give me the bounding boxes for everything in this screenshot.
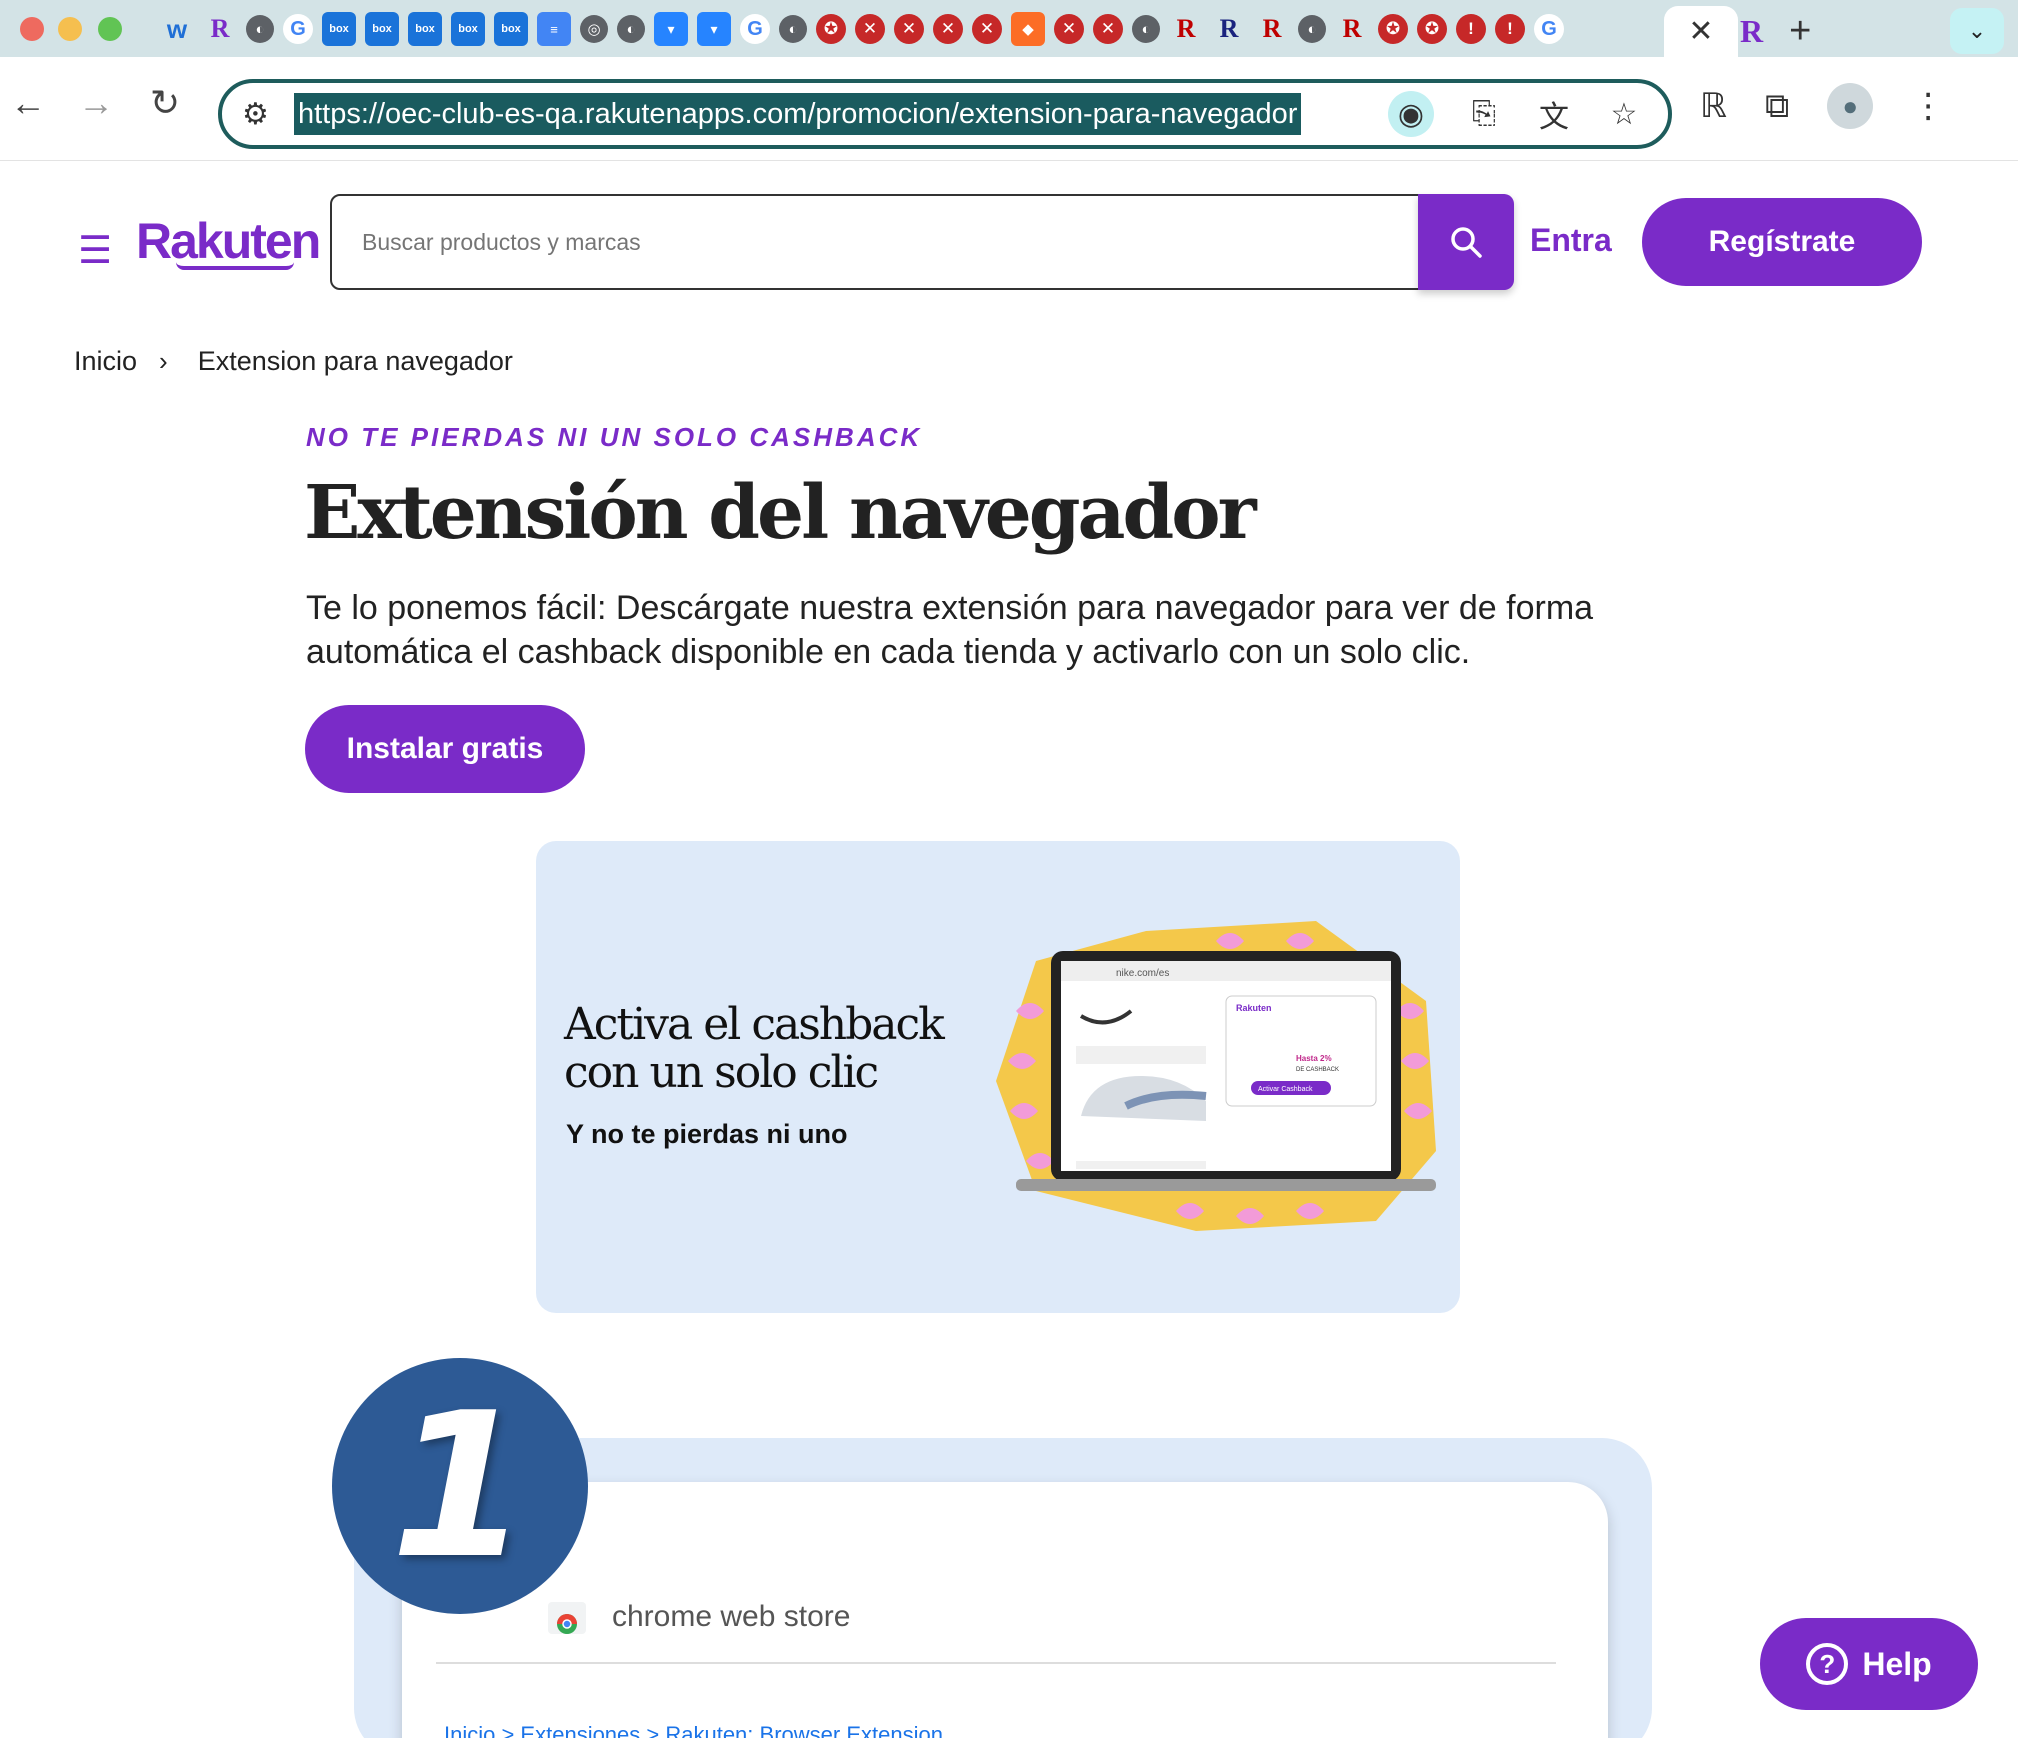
back-button[interactable]: ← xyxy=(10,85,46,121)
tab-rakuten-icon[interactable]: R xyxy=(1740,13,1763,50)
tab-globe-icon[interactable]: ◐ xyxy=(617,15,645,43)
help-label: Help xyxy=(1862,1645,1932,1682)
tab-google-icon[interactable]: G xyxy=(1534,14,1564,44)
question-icon: ? xyxy=(1806,1643,1849,1685)
tab-google-doc-icon[interactable]: ≡ xyxy=(537,12,571,46)
search-box xyxy=(330,194,1512,290)
mock-cashback-label: DE CASHBACK xyxy=(1296,1067,1339,1073)
breadcrumb-current: Extension para navegador xyxy=(197,346,513,376)
active-tab[interactable]: ✕ xyxy=(1664,6,1738,57)
tab-box-icon[interactable]: box xyxy=(451,12,485,46)
banner-subtitle: Y no te pierdas ni uno xyxy=(566,1119,848,1149)
reload-button[interactable]: ↻ xyxy=(150,85,180,121)
page-title: Extensión del navegador xyxy=(304,470,1257,556)
tab-box-icon[interactable]: box xyxy=(494,12,528,46)
omnibox-actions: ◉ ⎘ 文 ☆ xyxy=(1388,91,1644,137)
search-button[interactable] xyxy=(1418,194,1514,290)
tab-error-icon[interactable]: ✕ xyxy=(1093,14,1123,44)
banner-title: Activa el cashback con un solo clic xyxy=(564,999,945,1098)
site-settings-icon[interactable]: ⚙ xyxy=(242,97,269,132)
tab-error-icon[interactable]: ✕ xyxy=(1054,14,1084,44)
mock-cashback-text: Hasta 2% xyxy=(1296,1054,1332,1063)
tab-bitbucket-icon[interactable]: ▾ xyxy=(697,12,731,46)
promo-banner: Activa el cashback con un solo clic Y no… xyxy=(536,841,1460,1313)
divider xyxy=(436,1662,1556,1664)
tab-workday-icon[interactable]: w xyxy=(160,12,194,46)
browser-toolbar: ← → ↻ ⚙ https://oec-club-es-qa.rakutenap… xyxy=(0,57,2018,161)
step-number-badge: 1 xyxy=(332,1358,588,1614)
tab-globe-icon[interactable]: ◐ xyxy=(1298,15,1326,43)
tab-globe-icon[interactable]: ◐ xyxy=(1132,15,1160,43)
tab-google-icon[interactable]: G xyxy=(740,14,770,44)
chevron-down-icon: ⌄ xyxy=(1967,18,1987,43)
store-breadcrumb: Inicio > Extensiones > Rakuten: Browser … xyxy=(444,1722,943,1738)
tab-globe-icon[interactable]: ◐ xyxy=(779,15,807,43)
forward-button[interactable]: → xyxy=(78,85,114,121)
logo-swoosh xyxy=(176,262,294,270)
profile-avatar[interactable]: ● xyxy=(1827,83,1874,129)
tab-jenkins-icon[interactable]: ✪ xyxy=(816,14,846,44)
tab-gitlab-icon[interactable]: ◆ xyxy=(1011,12,1045,46)
tab-box-icon[interactable]: box xyxy=(408,12,442,46)
google-lens-icon[interactable]: ◉ xyxy=(1388,91,1434,137)
tab-error-icon[interactable]: ✕ xyxy=(894,14,924,44)
bookmark-star-icon[interactable]: ☆ xyxy=(1604,91,1644,137)
chevron-right-icon: › xyxy=(159,346,168,376)
tab-error-icon[interactable]: ✕ xyxy=(855,14,885,44)
breadcrumb: Inicio › Extension para navegador xyxy=(74,346,513,377)
maximize-window-button[interactable] xyxy=(98,17,122,41)
install-free-button[interactable]: Instalar gratis xyxy=(305,705,585,793)
help-button[interactable]: ? Help xyxy=(1760,1618,1978,1710)
tab-rakuten-red-icon[interactable]: R xyxy=(1255,12,1289,46)
hamburger-menu-icon[interactable]: ☰ xyxy=(78,228,112,273)
tab-google-icon[interactable]: G xyxy=(283,14,313,44)
login-link[interactable]: Entra xyxy=(1530,222,1612,259)
minimize-window-button[interactable] xyxy=(58,17,82,41)
tab-rakuten-navy-icon[interactable]: R xyxy=(1212,12,1246,46)
url-text[interactable]: https://oec-club-es-qa.rakutenapps.com/p… xyxy=(294,93,1302,135)
tab-bitbucket-icon[interactable]: ▾ xyxy=(654,12,688,46)
address-bar[interactable]: ⚙ https://oec-club-es-qa.rakutenapps.com… xyxy=(218,79,1672,149)
rakuten-extension-icon[interactable]: ℝ xyxy=(1700,86,1727,126)
tab-favicons: w R ◐ G box box box box box ≡ ◎ ◐ ▾ ▾ G … xyxy=(160,10,1564,48)
mock-activate-button: Activar Cashback xyxy=(1258,1086,1313,1093)
tab-box-icon[interactable]: box xyxy=(365,12,399,46)
tab-rakuten-red-icon[interactable]: R xyxy=(1335,12,1369,46)
laptop-illustration: nike.com/es Rakuten Hasta 2% DE CASHBACK… xyxy=(996,921,1436,1231)
more-menu-icon[interactable]: ⋮ xyxy=(1911,86,1945,126)
tab-jenkins-icon[interactable]: ✪ xyxy=(1417,14,1447,44)
close-tab-icon[interactable]: ✕ xyxy=(1688,14,1713,49)
tab-after-group: R + xyxy=(1740,10,1811,53)
tab-rakuten-red-icon[interactable]: R xyxy=(1169,12,1203,46)
tab-search-button[interactable]: ⌄ xyxy=(1950,8,2004,54)
register-button[interactable]: Regístrate xyxy=(1642,198,1922,286)
new-tab-button[interactable]: + xyxy=(1789,10,1811,53)
tab-rakuten-icon[interactable]: R xyxy=(203,12,237,46)
tab-box-icon[interactable]: box xyxy=(322,12,356,46)
tab-jenkins-icon[interactable]: ✪ xyxy=(1378,14,1408,44)
search-icon xyxy=(1451,227,1482,258)
extensions-puzzle-icon[interactable]: ⧉ xyxy=(1765,87,1789,126)
hero-eyebrow: NO TE PIERDAS NI UN SOLO CASHBACK xyxy=(306,422,923,452)
hero-description: Te lo ponemos fácil: Descárgate nuestra … xyxy=(306,589,1594,671)
browser-tabstrip: w R ◐ G box box box box box ≡ ◎ ◐ ▾ ▾ G … xyxy=(0,0,2018,57)
breadcrumb-home-link[interactable]: Inicio xyxy=(74,346,137,377)
install-app-icon[interactable]: ⎘ xyxy=(1464,91,1504,137)
search-input[interactable] xyxy=(362,196,1442,288)
chrome-web-store-icon xyxy=(548,1602,586,1634)
tab-error-icon[interactable]: ✕ xyxy=(933,14,963,44)
tab-jenkins-alert-icon[interactable]: ! xyxy=(1456,14,1486,44)
close-window-button[interactable] xyxy=(20,17,44,41)
tab-chrome-icon[interactable]: ◎ xyxy=(580,15,608,43)
chrome-web-store-label: chrome web store xyxy=(612,1600,851,1633)
translate-icon[interactable]: 文 xyxy=(1534,91,1574,137)
tab-error-icon[interactable]: ✕ xyxy=(972,14,1002,44)
tab-globe-icon[interactable]: ◐ xyxy=(246,15,274,43)
tab-jenkins-alert-icon[interactable]: ! xyxy=(1495,14,1525,44)
mock-url-text: nike.com/es xyxy=(1116,968,1169,979)
toolbar-right: ℝ ⧉ ● ⋮ xyxy=(1700,83,1945,129)
mock-brand-text: Rakuten xyxy=(1236,1003,1272,1013)
